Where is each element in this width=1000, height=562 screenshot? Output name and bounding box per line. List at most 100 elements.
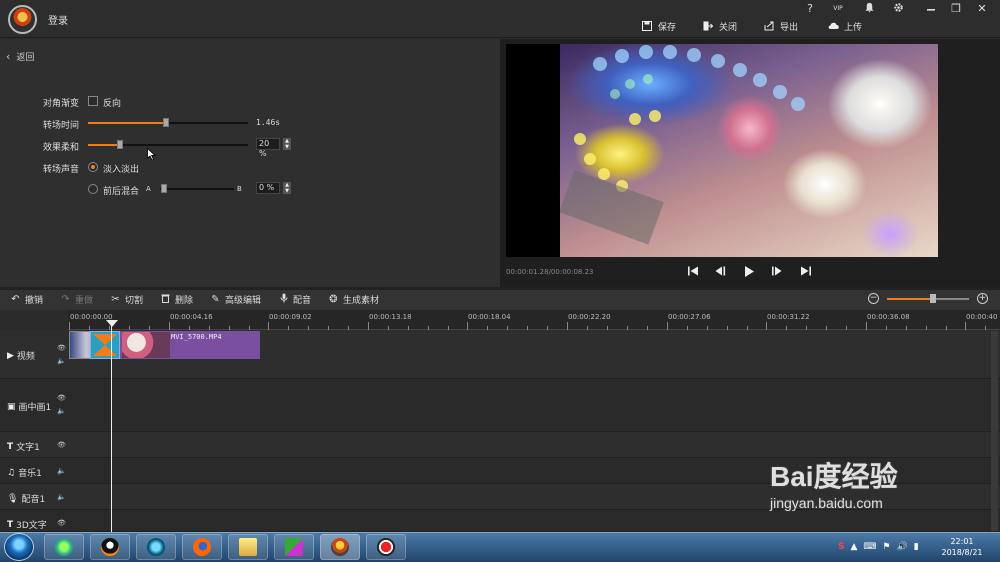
ruler-label: 00:00:04.16 bbox=[170, 313, 213, 321]
undo-button[interactable]: ↶ 撤销 bbox=[10, 293, 43, 306]
redo-label: 重做 bbox=[75, 296, 94, 306]
ruler-major-tick bbox=[965, 322, 966, 330]
zoom-out-icon[interactable]: − bbox=[868, 293, 879, 304]
tray-expand-icon[interactable]: ▲ bbox=[850, 542, 857, 552]
save-label: 保存 bbox=[658, 22, 677, 33]
close-window-icon[interactable]: ✕ bbox=[973, 2, 991, 16]
skip-end-icon[interactable] bbox=[799, 265, 813, 279]
video-track-label: ▶ 视频 bbox=[7, 349, 35, 363]
export-label: 导出 bbox=[780, 22, 799, 33]
qq-penguin-icon bbox=[101, 538, 119, 556]
network-icon[interactable]: ▮ bbox=[914, 542, 919, 552]
start-button[interactable] bbox=[4, 533, 34, 561]
vip-icon[interactable]: VIP bbox=[829, 2, 847, 16]
save-icon bbox=[642, 20, 653, 32]
keyboard-icon[interactable]: ⌨ bbox=[863, 542, 876, 552]
scissors-icon: ✂ bbox=[111, 294, 120, 305]
generate-material-button[interactable]: ❂ 生成素材 bbox=[328, 293, 379, 306]
mix-spinner[interactable]: ▲ ▼ bbox=[283, 182, 291, 194]
music-track-name: 音乐1 bbox=[18, 469, 42, 479]
close-button[interactable]: 关闭 bbox=[703, 19, 737, 33]
taskbar-app-recorder[interactable] bbox=[366, 534, 406, 560]
save-button[interactable]: 保存 bbox=[642, 19, 676, 33]
pip-track[interactable] bbox=[0, 379, 1000, 432]
upload-button[interactable]: 上传 bbox=[828, 19, 862, 33]
ruler-major-tick bbox=[169, 322, 170, 330]
timeline-scrollbar[interactable] bbox=[991, 331, 998, 531]
taskbar-app-explorer[interactable] bbox=[228, 534, 268, 560]
firefox-icon bbox=[193, 538, 211, 556]
mix-radio[interactable] bbox=[88, 184, 98, 194]
ruler-major-tick bbox=[268, 322, 269, 330]
softness-slider-handle[interactable] bbox=[117, 140, 123, 149]
softness-spinner[interactable]: ▲ ▼ bbox=[283, 138, 291, 150]
delete-button[interactable]: 删除 bbox=[160, 293, 193, 306]
eye-icon[interactable]: 👁 bbox=[57, 394, 66, 402]
reverse-checkbox[interactable] bbox=[88, 96, 98, 106]
ime-icon[interactable]: S bbox=[838, 542, 844, 552]
taskbar-app-editor[interactable] bbox=[320, 534, 360, 560]
playhead-handle[interactable] bbox=[106, 320, 118, 327]
speaker-icon[interactable]: 🔈 bbox=[57, 493, 66, 501]
taskbar-clock[interactable]: 22:01 2018/8/21 bbox=[938, 536, 986, 558]
help-icon[interactable]: ? bbox=[801, 2, 819, 16]
text-track-name: 文字1 bbox=[16, 443, 40, 453]
play-icon[interactable] bbox=[742, 265, 756, 279]
volume-icon[interactable]: 🔊 bbox=[896, 542, 907, 552]
login-link[interactable]: 登录 bbox=[48, 12, 68, 27]
refresh-app-icon bbox=[55, 538, 73, 556]
softness-input[interactable]: 20 % bbox=[256, 138, 280, 158]
advanced-edit-label: 高级编辑 bbox=[225, 296, 262, 306]
redo-button[interactable]: ↷ 重做 bbox=[60, 293, 93, 306]
taskbar-app-media[interactable] bbox=[136, 534, 176, 560]
export-icon bbox=[764, 21, 775, 32]
player-icon bbox=[285, 538, 303, 556]
dub-track-name: 配音1 bbox=[21, 495, 46, 505]
back-button[interactable]: ‹ 返回 bbox=[6, 50, 34, 63]
speaker-icon[interactable]: 🔈 bbox=[57, 467, 66, 475]
close-label: 关闭 bbox=[719, 22, 738, 33]
export-button[interactable]: 导出 bbox=[764, 19, 798, 33]
fade-radio[interactable] bbox=[88, 162, 98, 172]
taskbar-app-refresh[interactable] bbox=[44, 534, 84, 560]
generate-material-label: 生成素材 bbox=[343, 296, 380, 306]
eye-icon[interactable]: 👁 bbox=[57, 441, 66, 449]
dub-button[interactable]: 配音 bbox=[278, 293, 311, 306]
taskbar-app-player[interactable] bbox=[274, 534, 314, 560]
cut-button[interactable]: ✂ 切割 bbox=[110, 293, 143, 306]
ruler-major-tick bbox=[567, 322, 568, 330]
chevron-left-icon: ‹ bbox=[6, 50, 11, 63]
eye-icon[interactable]: 👁 bbox=[57, 344, 66, 352]
restore-icon[interactable]: ❐ bbox=[947, 2, 965, 16]
advanced-edit-button[interactable]: ✎ 高级编辑 bbox=[210, 293, 261, 306]
prev-frame-icon[interactable] bbox=[713, 265, 727, 279]
duration-value: 1.46s bbox=[256, 118, 281, 127]
skip-start-icon[interactable] bbox=[686, 265, 700, 279]
next-frame-icon[interactable] bbox=[770, 265, 784, 279]
zoom-in-icon[interactable]: + bbox=[977, 293, 988, 304]
text3d-track[interactable] bbox=[0, 510, 1000, 532]
softness-slider-fill bbox=[88, 144, 120, 146]
mix-slider-handle[interactable] bbox=[161, 184, 167, 193]
ruler-label: 00:00:27.06 bbox=[668, 313, 711, 321]
clock-time: 22:01 bbox=[950, 537, 974, 546]
media-reel-icon bbox=[147, 538, 165, 556]
eye-icon[interactable]: 👁 bbox=[57, 519, 66, 527]
flag-icon[interactable]: ⚑ bbox=[882, 542, 890, 552]
bell-icon[interactable] bbox=[860, 2, 878, 16]
taskbar-app-qq[interactable] bbox=[90, 534, 130, 560]
minimize-icon[interactable] bbox=[922, 2, 940, 16]
duration-slider-handle[interactable] bbox=[163, 118, 169, 127]
transition-block[interactable] bbox=[90, 331, 120, 359]
playhead-line[interactable] bbox=[111, 322, 112, 532]
speaker-icon[interactable]: 🔈 bbox=[57, 407, 66, 415]
taskbar-app-firefox[interactable] bbox=[182, 534, 222, 560]
speaker-icon[interactable]: 🔈 bbox=[57, 357, 66, 365]
ruler-label: 00:00:22.20 bbox=[568, 313, 611, 321]
gear-icon[interactable] bbox=[889, 2, 907, 16]
mix-slider[interactable] bbox=[160, 188, 234, 190]
zoom-slider-handle[interactable] bbox=[930, 294, 936, 303]
mix-input[interactable]: 0 % bbox=[256, 182, 280, 194]
zoom-slider-fill bbox=[887, 298, 934, 300]
ruler-label: 00:00:36.08 bbox=[867, 313, 910, 321]
